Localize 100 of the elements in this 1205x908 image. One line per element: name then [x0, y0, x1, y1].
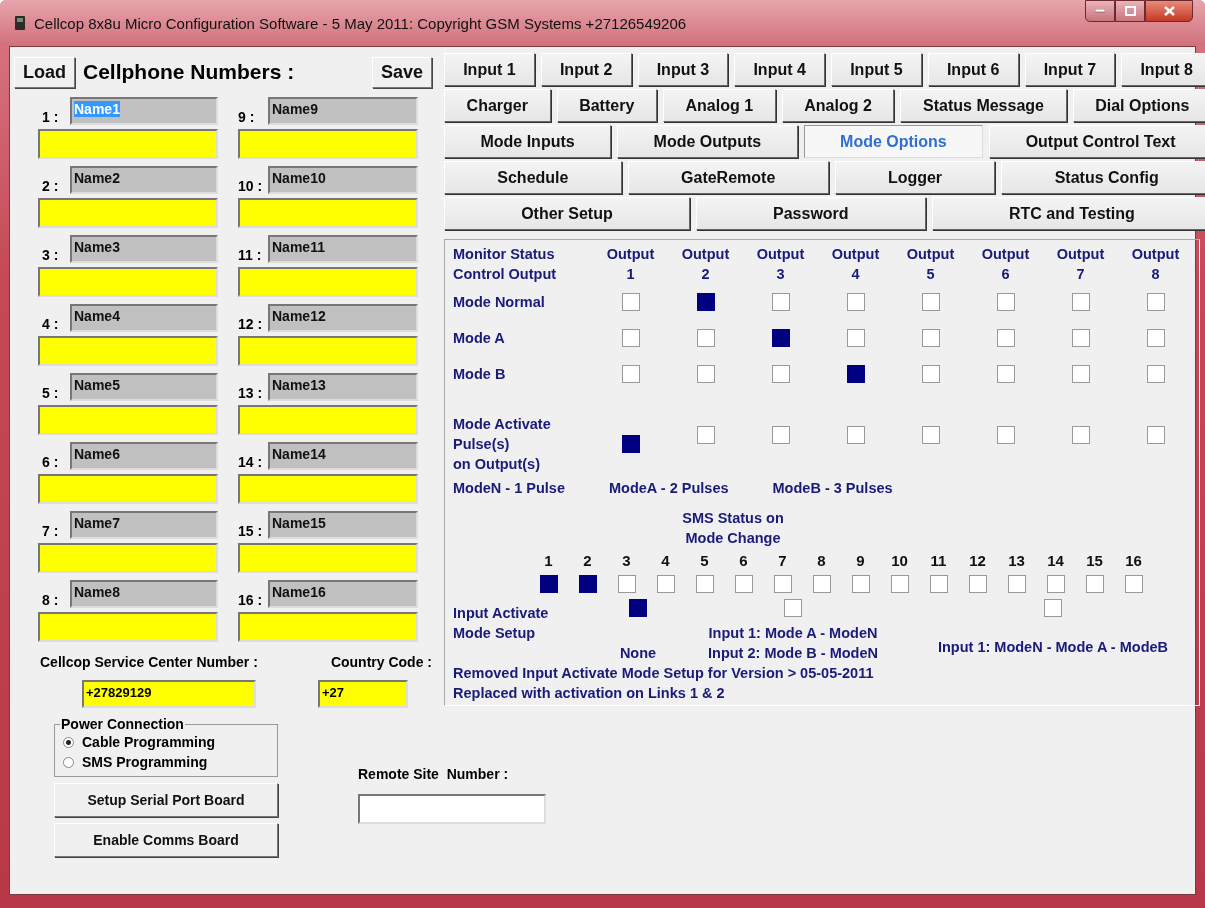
tab[interactable]: Input 6: [927, 53, 1019, 86]
phone-number-field[interactable]: [238, 405, 418, 435]
phone-number-field[interactable]: [238, 336, 418, 366]
checkbox[interactable]: [921, 365, 940, 383]
checkbox[interactable]: [996, 293, 1015, 311]
name-field[interactable]: Name12: [268, 304, 418, 332]
name-field[interactable]: Name14: [268, 442, 418, 470]
tab[interactable]: Input 3: [637, 53, 729, 86]
tab[interactable]: Input 4: [734, 53, 825, 86]
name-field[interactable]: Name9: [268, 97, 418, 125]
name-field[interactable]: Name15: [268, 511, 418, 539]
checkbox[interactable]: [929, 575, 948, 593]
checkbox[interactable]: [1007, 575, 1026, 593]
tab[interactable]: Battery: [556, 89, 657, 122]
phone-number-field[interactable]: [38, 543, 218, 573]
phone-number-field[interactable]: [38, 474, 218, 504]
checkbox[interactable]: [578, 575, 597, 593]
checkbox[interactable]: [1124, 575, 1143, 593]
phone-number-field[interactable]: [38, 198, 218, 228]
checkbox[interactable]: [996, 365, 1015, 383]
checkbox[interactable]: [812, 575, 831, 593]
tab[interactable]: Mode Inputs: [444, 125, 612, 158]
checkbox[interactable]: [846, 426, 865, 444]
tab[interactable]: Input 7: [1024, 53, 1116, 86]
service-center-field[interactable]: +27829129: [82, 680, 256, 708]
tab[interactable]: RTC and Testing: [931, 197, 1205, 230]
load-button[interactable]: Load: [14, 56, 75, 88]
radio-option[interactable]: Cable Programming: [63, 732, 269, 752]
name-field[interactable]: Name5: [70, 373, 218, 401]
phone-number-field[interactable]: [38, 129, 218, 159]
name-field[interactable]: Name7: [70, 511, 218, 539]
checkbox[interactable]: [629, 599, 647, 617]
tab[interactable]: Schedule: [444, 161, 622, 194]
name-field[interactable]: Name3: [70, 235, 218, 263]
phone-number-field[interactable]: [38, 336, 218, 366]
checkbox[interactable]: [1071, 365, 1090, 383]
checkbox[interactable]: [996, 426, 1015, 444]
checkbox[interactable]: [784, 599, 802, 617]
name-field[interactable]: Name13: [268, 373, 418, 401]
tab[interactable]: Analog 2: [781, 89, 895, 122]
checkbox[interactable]: [621, 365, 640, 383]
tab[interactable]: Input 5: [831, 53, 922, 86]
tab[interactable]: Mode Outputs: [617, 125, 798, 158]
checkbox[interactable]: [1044, 599, 1062, 617]
radio-option[interactable]: SMS Programming: [63, 752, 269, 772]
checkbox[interactable]: [773, 575, 792, 593]
checkbox[interactable]: [696, 365, 715, 383]
phone-number-field[interactable]: [238, 543, 418, 573]
checkbox[interactable]: [621, 293, 640, 311]
checkbox[interactable]: [851, 575, 870, 593]
checkbox[interactable]: [921, 329, 940, 347]
checkbox[interactable]: [621, 435, 640, 453]
checkbox[interactable]: [539, 575, 558, 593]
name-field[interactable]: Name6: [70, 442, 218, 470]
action-button[interactable]: Setup Serial Port Board: [54, 783, 278, 817]
tab[interactable]: Charger: [444, 89, 551, 122]
tab[interactable]: Mode Options: [803, 125, 984, 158]
checkbox[interactable]: [846, 329, 865, 347]
checkbox[interactable]: [921, 293, 940, 311]
checkbox[interactable]: [771, 293, 790, 311]
checkbox[interactable]: [696, 426, 715, 444]
minimize-button[interactable]: [1085, 0, 1115, 22]
name-field[interactable]: Name16: [268, 580, 418, 608]
checkbox[interactable]: [771, 365, 790, 383]
checkbox[interactable]: [771, 329, 790, 347]
checkbox[interactable]: [771, 426, 790, 444]
tab[interactable]: Logger: [834, 161, 996, 194]
checkbox[interactable]: [1071, 329, 1090, 347]
checkbox[interactable]: [996, 329, 1015, 347]
name-field[interactable]: Name11: [268, 235, 418, 263]
checkbox[interactable]: [695, 575, 714, 593]
tab[interactable]: Password: [695, 197, 926, 230]
checkbox[interactable]: [1146, 426, 1165, 444]
phone-number-field[interactable]: [38, 612, 218, 642]
tab[interactable]: Status Config: [1001, 161, 1205, 194]
checkbox[interactable]: [656, 575, 675, 593]
remote-site-number-field[interactable]: [358, 794, 546, 824]
country-code-field[interactable]: +27: [318, 680, 408, 708]
phone-number-field[interactable]: [238, 198, 418, 228]
name-field[interactable]: Name8: [70, 580, 218, 608]
phone-number-field[interactable]: [38, 267, 218, 297]
save-button[interactable]: Save: [371, 56, 432, 88]
tab[interactable]: Status Message: [900, 89, 1067, 122]
close-button[interactable]: [1145, 0, 1193, 22]
checkbox[interactable]: [1146, 365, 1165, 383]
checkbox[interactable]: [1071, 426, 1090, 444]
name-field[interactable]: Name2: [70, 166, 218, 194]
checkbox[interactable]: [921, 426, 940, 444]
name-field[interactable]: Name10: [268, 166, 418, 194]
tab[interactable]: Analog 1: [662, 89, 776, 122]
checkbox[interactable]: [846, 365, 865, 383]
phone-number-field[interactable]: [38, 405, 218, 435]
checkbox[interactable]: [1046, 575, 1065, 593]
checkbox[interactable]: [1146, 293, 1165, 311]
tab[interactable]: Input 1: [444, 53, 535, 86]
phone-number-field[interactable]: [238, 129, 418, 159]
phone-number-field[interactable]: [238, 267, 418, 297]
tab[interactable]: Output Control Text: [989, 125, 1205, 158]
checkbox[interactable]: [890, 575, 909, 593]
checkbox[interactable]: [1146, 329, 1165, 347]
